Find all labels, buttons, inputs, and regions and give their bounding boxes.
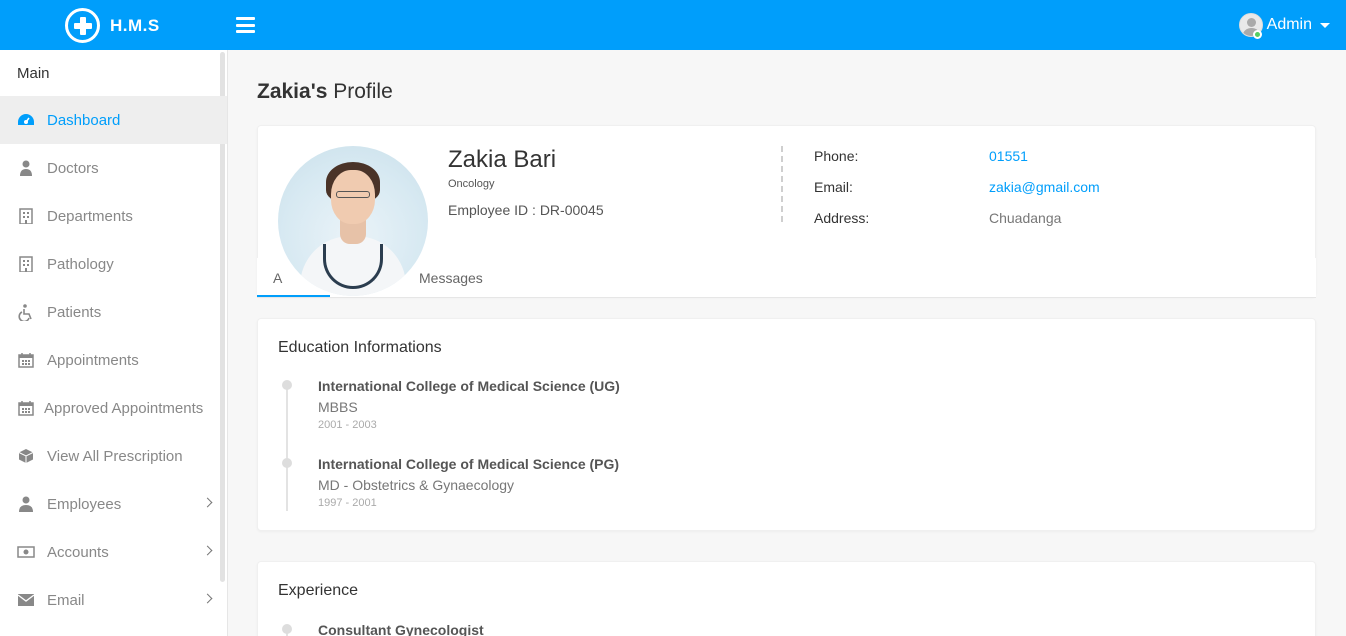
sidebar-item-appointments[interactable]: Appointments bbox=[0, 336, 227, 384]
menu-toggle-icon[interactable] bbox=[236, 17, 255, 33]
sidebar-item-label: Doctors bbox=[47, 159, 99, 177]
chevron-right-icon bbox=[202, 593, 213, 604]
user-name: Admin bbox=[1266, 16, 1312, 33]
chevron-right-icon bbox=[202, 497, 213, 508]
page-title: Zakia's Profile bbox=[257, 80, 393, 104]
sidebar-item-label: Departments bbox=[47, 207, 133, 225]
user-icon bbox=[17, 495, 35, 513]
sidebar-item-dashboard[interactable]: Dashboard bbox=[0, 96, 227, 144]
top-header: H.M.S Admin bbox=[0, 0, 1346, 50]
profile-name: Zakia Bari bbox=[448, 146, 557, 173]
timeline-dot bbox=[282, 380, 292, 390]
calendar-icon bbox=[17, 399, 35, 417]
sidebar-item-departments[interactable]: Departments bbox=[0, 192, 227, 240]
address-value: Chuadanga bbox=[989, 210, 1062, 226]
online-status-dot bbox=[1253, 30, 1262, 39]
sidebar: Main Dashboard Doctors Departments Patho… bbox=[0, 50, 228, 636]
experience-card: Experience Consultant Gynecologist bbox=[257, 561, 1316, 636]
profile-photo bbox=[278, 146, 428, 296]
sidebar-item-label: Patients bbox=[47, 303, 102, 321]
dashboard-icon bbox=[17, 111, 35, 129]
envelope-icon bbox=[17, 591, 35, 609]
profile-tabs: A Messages bbox=[257, 258, 1316, 298]
wheelchair-icon bbox=[17, 303, 35, 321]
sidebar-item-label: View All Prescription bbox=[47, 447, 183, 465]
sidebar-item-patients[interactable]: Patients bbox=[0, 288, 227, 336]
sidebar-item-employees[interactable]: Employees bbox=[0, 480, 227, 528]
sidebar-item-label: Accounts bbox=[47, 543, 109, 561]
address-label: Address: bbox=[814, 210, 870, 226]
sidebar-item-label: Employees bbox=[47, 495, 122, 513]
sidebar-item-label: Pathology bbox=[47, 255, 114, 273]
education-title: Education Informations bbox=[278, 339, 442, 356]
sidebar-item-pathology[interactable]: Pathology bbox=[0, 240, 227, 288]
page-title-rest: Profile bbox=[333, 80, 393, 103]
email-link[interactable]: zakia@gmail.com bbox=[989, 179, 1100, 195]
email-label: Email: bbox=[814, 179, 853, 195]
money-icon bbox=[17, 543, 35, 561]
experience-title: Experience bbox=[278, 582, 359, 599]
caret-down-icon bbox=[1320, 22, 1330, 28]
sidebar-item-view-all-prescription[interactable]: View All Prescription bbox=[0, 432, 227, 480]
sidebar-item-doctors[interactable]: Doctors bbox=[0, 144, 227, 192]
sidebar-section-title: Main bbox=[17, 65, 50, 82]
education-card: Education Informations International Col… bbox=[257, 318, 1316, 531]
timeline-dot bbox=[282, 624, 292, 634]
education-years: 2001 - 2003 bbox=[318, 419, 377, 431]
education-years: 1997 - 2001 bbox=[318, 497, 377, 509]
phone-label: Phone: bbox=[814, 148, 859, 164]
doctor-icon bbox=[17, 159, 35, 177]
logo[interactable]: H.M.S bbox=[65, 8, 160, 43]
sidebar-item-label: Appointments bbox=[47, 351, 139, 369]
timeline-line bbox=[286, 386, 288, 511]
cube-icon bbox=[17, 447, 35, 465]
phone-link[interactable]: 01551 bbox=[989, 148, 1028, 164]
education-degree: MBBS bbox=[318, 399, 358, 415]
education-degree: MD - Obstetrics & Gynaecology bbox=[318, 477, 515, 493]
timeline-dot bbox=[282, 458, 292, 468]
hospital-icon bbox=[17, 255, 35, 273]
sidebar-item-accounts[interactable]: Accounts bbox=[0, 528, 227, 576]
calendar-icon bbox=[17, 351, 35, 369]
profile-employee-id: Employee ID : DR-00045 bbox=[448, 202, 604, 218]
profile-divider bbox=[781, 146, 783, 222]
hospital-icon bbox=[17, 207, 35, 225]
sidebar-item-approved-appointments[interactable]: Approved Appointments bbox=[0, 384, 227, 432]
sidebar-item-email[interactable]: Email bbox=[0, 576, 227, 624]
sidebar-item-label: Dashboard bbox=[47, 111, 121, 129]
profile-department: Oncology bbox=[448, 178, 495, 190]
tab-messages[interactable]: Messages bbox=[419, 270, 483, 286]
chevron-right-icon bbox=[202, 545, 213, 556]
sidebar-item-label: Email bbox=[47, 591, 85, 609]
education-school: International College of Medical Science… bbox=[318, 456, 620, 472]
education-school: International College of Medical Science… bbox=[318, 378, 620, 394]
tab-about[interactable]: A bbox=[273, 270, 282, 286]
experience-role: Consultant Gynecologist bbox=[318, 622, 484, 636]
medical-cross-icon bbox=[65, 8, 100, 43]
sidebar-item-label: Approved Appointments bbox=[44, 399, 204, 417]
brand-name: H.M.S bbox=[110, 15, 160, 35]
page-title-name: Zakia's bbox=[257, 80, 328, 103]
main-content: Zakia's Profile Zakia Bari Oncology Empl… bbox=[228, 50, 1346, 636]
